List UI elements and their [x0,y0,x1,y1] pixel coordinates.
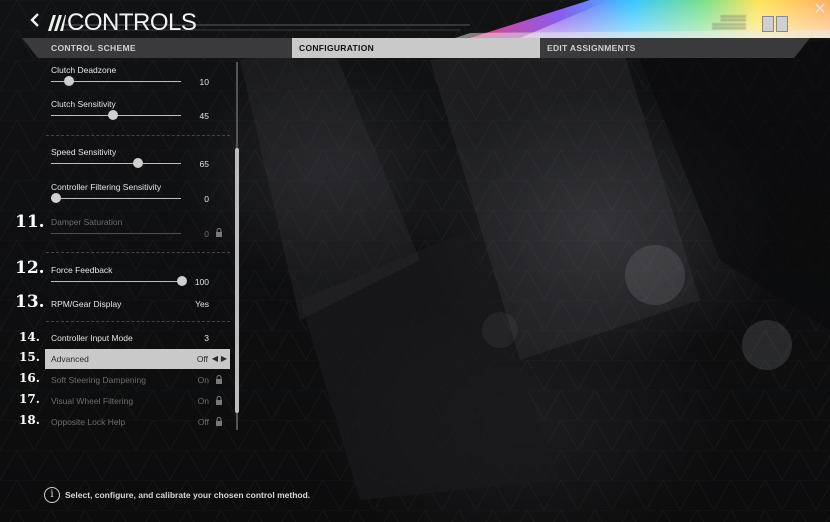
slider-track [51,233,181,234]
annotation-number: 17. [19,392,40,406]
user-gamertag: ▒▒▒▒▒▒ ▒▒▒▒▒▒▒▒ [700,15,746,37]
setting-speed-sensitivity[interactable]: Speed Sensitivity 65 [45,144,230,174]
annotation-number: 11. [15,212,45,232]
divider [46,252,230,253]
annotation-number: 14. [19,330,40,344]
arrow-left-icon[interactable]: ◀ [212,354,218,363]
arrow-right-icon[interactable]: ▶ [221,354,227,363]
status-icon [776,16,788,32]
setting-value: 0 [204,229,209,239]
setting-label: Clutch Deadzone [51,65,117,75]
setting-value: On [197,375,209,385]
lock-icon [216,396,222,405]
slider-knob[interactable] [177,276,187,286]
divider [46,135,230,136]
annotation-number: 16. [19,371,40,385]
setting-visual-wheel-filtering: Visual Wheel Filtering On [45,393,230,411]
setting-controller-filtering-sensitivity[interactable]: Controller Filtering Sensitivity 0 [45,179,230,209]
status-icon [762,16,774,32]
divider [46,321,230,322]
user-line-2: ▒▒▒▒▒▒▒▒ [711,24,746,30]
setting-controller-input-mode[interactable]: Controller Input Mode 3 [45,330,230,348]
info-icon: i [44,487,60,503]
annotation-number: 13. [15,292,45,312]
scrollbar-thumb[interactable] [235,148,239,413]
setting-label: Clutch Sensitivity [51,99,116,109]
annotation-number: 15. [19,350,40,364]
tab-configuration[interactable]: CONFIGURATION [299,38,374,58]
setting-value: On [197,396,209,406]
slider-track[interactable] [51,163,181,164]
setting-label: Advanced [51,354,89,364]
setting-label: Soft Steering Dampening [51,375,146,385]
setting-value: Yes [195,299,209,309]
slider-knob[interactable] [107,110,118,120]
setting-soft-steering-dampening: Soft Steering Dampening On [45,372,230,390]
setting-value: 3 [204,333,209,343]
lock-icon [216,228,222,237]
setting-label: Visual Wheel Filtering [51,396,134,406]
lock-icon [216,417,222,426]
setting-value: 100 [194,277,209,287]
slider-knob[interactable] [63,76,74,86]
setting-label: Force Feedback [51,265,113,275]
setting-value: Off [197,417,209,427]
setting-value: 0 [204,194,209,204]
setting-label: Damper Saturation [51,217,123,227]
setting-label: Speed Sensitivity [51,147,117,157]
tab-edit-assignments[interactable]: EDIT ASSIGNMENTS [547,38,636,58]
slider-knob[interactable] [132,158,143,168]
setting-value: 45 [199,111,209,121]
setting-rpm-gear-display[interactable]: RPM/Gear Display Yes [45,296,230,314]
setting-advanced[interactable]: Advanced Off ◀ ▶ [45,349,230,369]
lock-icon [216,375,222,384]
setting-force-feedback[interactable]: Force Feedback 100 [45,262,230,292]
setting-damper-saturation: Damper Saturation 0 [45,214,230,244]
setting-opposite-lock-help: Opposite Lock Help Off [45,414,230,432]
close-icon[interactable]: ✕ [812,2,828,18]
user-line-1: ▒▒▒▒▒▒ [720,16,746,22]
setting-clutch-sensitivity[interactable]: Clutch Sensitivity 45 [45,96,230,126]
help-text: Select, configure, and calibrate your ch… [65,490,311,500]
setting-value: 65 [199,159,209,169]
setting-value: Off [196,354,208,364]
setting-label: Controller Filtering Sensitivity [51,182,162,192]
slider-track[interactable] [51,198,181,199]
slider-knob[interactable] [51,193,61,203]
setting-clutch-deadzone[interactable]: Clutch Deadzone 10 [45,62,230,92]
slider-track[interactable] [51,281,181,282]
annotation-number: 18. [19,413,40,427]
setting-label: Opposite Lock Help [51,417,126,427]
setting-label: Controller Input Mode [51,333,133,343]
annotation-number: 12. [15,258,45,278]
setting-label: RPM/Gear Display [51,299,122,309]
setting-value: 10 [199,77,209,87]
settings-list: Clutch Deadzone 10 Clutch Sensitivity 45… [0,0,240,427]
